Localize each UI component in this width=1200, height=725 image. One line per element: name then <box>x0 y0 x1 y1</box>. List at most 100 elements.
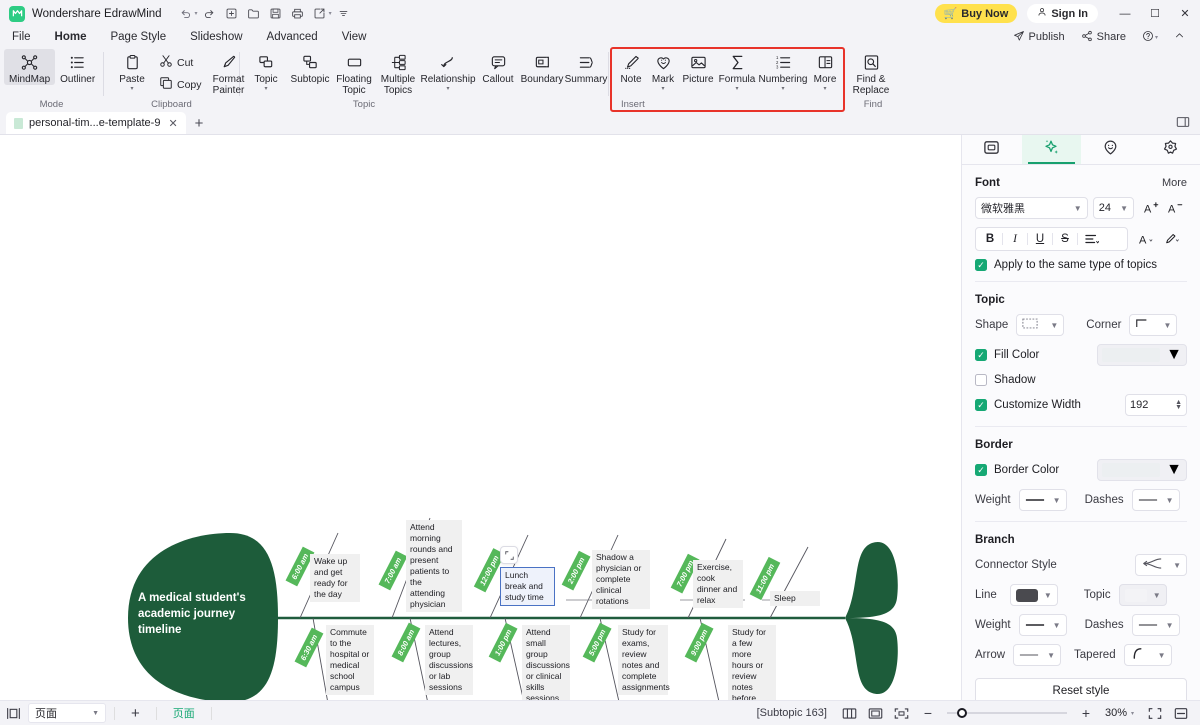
copy-button[interactable]: Copy <box>154 74 207 95</box>
more-dropdown-icon[interactable]: ▾ <box>823 86 826 93</box>
node-commute[interactable]: Commute to the hospital or medical schoo… <box>326 625 374 695</box>
corner-select[interactable]: ▼ <box>1129 314 1178 336</box>
apply-same-row[interactable]: ✓ Apply to the same type of topics <box>975 259 1187 271</box>
mark-dropdown-icon[interactable]: ▾ <box>661 86 664 93</box>
menu-home[interactable]: Home <box>43 28 99 46</box>
buy-now-button[interactable]: 🛒 Buy Now <box>934 4 1018 23</box>
fit-page-icon[interactable] <box>863 703 889 723</box>
node-study-exams[interactable]: Study for exams, review notes and comple… <box>618 625 670 695</box>
minimize-button[interactable]: — <box>1110 0 1140 27</box>
qat-more-icon[interactable] <box>334 4 354 24</box>
stepper-arrows-icon[interactable]: ▲ ▼ <box>1175 399 1182 411</box>
border-dashes-select[interactable]: ▼ <box>1131 489 1180 511</box>
relationship-dropdown-icon[interactable]: ▾ <box>446 86 449 93</box>
menu-slideshow[interactable]: Slideshow <box>178 28 254 46</box>
zoom-slider[interactable] <box>946 708 1067 718</box>
fill-color-select[interactable]: ▼ <box>1097 344 1187 366</box>
multiple-topics-button[interactable]: Multiple Topics <box>376 49 420 96</box>
minimap-icon[interactable] <box>1168 703 1194 723</box>
font-more-link[interactable]: More <box>1162 177 1187 189</box>
diagram-canvas[interactable]: A medical student's academic journey tim… <box>0 135 961 700</box>
style-tab[interactable] <box>1021 135 1081 164</box>
node-lunch-break[interactable]: Lunch break and study time <box>500 567 555 606</box>
layout-tab[interactable] <box>962 135 1022 164</box>
shadow-checkbox[interactable] <box>975 374 987 386</box>
help-button[interactable]: ▾ <box>1135 28 1165 47</box>
branch-line-color-select[interactable]: ▼ <box>1009 584 1058 606</box>
node-morning-rounds[interactable]: Attend morning rounds and present patien… <box>406 520 462 612</box>
page-select[interactable]: 页面 ▼ <box>28 703 106 723</box>
node-small-group[interactable]: Attend small group discussions or clinic… <box>522 625 570 700</box>
border-weight-select[interactable]: ▼ <box>1018 489 1067 511</box>
formula-dropdown-icon[interactable]: ▾ <box>735 86 738 93</box>
new-document-button[interactable]: + <box>186 112 213 134</box>
panel-toggle-icon[interactable] <box>1176 115 1190 134</box>
node-lectures[interactable]: Attend lectures, group discussions or la… <box>425 625 473 695</box>
publish-button[interactable]: Publish <box>1006 28 1072 47</box>
open-icon[interactable] <box>244 4 264 24</box>
two-page-view-icon[interactable] <box>837 703 863 723</box>
close-icon[interactable]: ✕ <box>168 117 177 130</box>
callout-button[interactable]: Callout <box>476 49 520 85</box>
zoom-slider-handle[interactable] <box>956 708 967 718</box>
undo-icon[interactable] <box>176 4 196 24</box>
branch-weight-select[interactable]: ▼ <box>1018 614 1067 636</box>
align-button[interactable] <box>1078 229 1106 249</box>
topic-dropdown-icon[interactable]: ▾ <box>264 86 267 93</box>
branch-tapered-select[interactable]: ▼ <box>1123 644 1172 666</box>
new-icon[interactable] <box>222 4 242 24</box>
add-page-button[interactable]: + <box>123 705 148 722</box>
note-button[interactable]: Note <box>615 49 647 85</box>
find-replace-button[interactable]: Find & Replace <box>847 49 895 96</box>
subtopic-button[interactable]: Subtopic <box>288 49 332 85</box>
share-button[interactable]: Share <box>1074 28 1133 47</box>
connector-style-select[interactable]: ▼ <box>1135 554 1187 576</box>
help-dropdown-icon[interactable]: ▾ <box>1155 34 1158 41</box>
menu-file[interactable]: File <box>0 28 43 46</box>
print-icon[interactable] <box>288 4 308 24</box>
paste-dropdown-icon[interactable]: ▾ <box>130 86 133 93</box>
node-study-before-bed[interactable]: Study for a few more hours or review not… <box>728 625 776 700</box>
zoom-out-button[interactable]: − <box>915 703 941 723</box>
sign-in-button[interactable]: Sign In <box>1027 4 1098 23</box>
fullscreen-icon[interactable] <box>1142 703 1168 723</box>
collapse-ribbon-button[interactable] <box>1167 28 1192 46</box>
menu-advanced[interactable]: Advanced <box>255 28 330 46</box>
mark-button[interactable]: Mark ▾ <box>647 49 679 93</box>
node-shadow-physician[interactable]: Shadow a physician or complete clinical … <box>592 550 650 609</box>
border-color-checkbox[interactable]: ✓ <box>975 464 987 476</box>
resize-handle-icon[interactable] <box>500 546 518 564</box>
floating-topic-button[interactable]: Floating Topic <box>332 49 376 96</box>
zoom-dropdown-icon[interactable]: ▾ <box>1131 710 1134 717</box>
zoom-in-button[interactable]: + <box>1073 703 1099 723</box>
branch-dashes-select[interactable]: ▼ <box>1131 614 1180 636</box>
font-family-select[interactable]: 微软雅黑 ▼ <box>975 197 1088 219</box>
mark-tab[interactable] <box>1081 135 1141 164</box>
close-button[interactable]: ✕ <box>1170 0 1200 27</box>
mindmap-button[interactable]: MindMap <box>4 49 56 85</box>
export-icon[interactable] <box>310 4 330 24</box>
menu-page-style[interactable]: Page Style <box>98 28 178 46</box>
increase-font-size-button[interactable]: A <box>1140 197 1163 219</box>
width-stepper[interactable]: 192 ▲ ▼ <box>1125 394 1187 416</box>
maximize-button[interactable]: ☐ <box>1140 0 1170 27</box>
bold-button[interactable]: B <box>978 229 1002 249</box>
fit-selection-icon[interactable] <box>889 703 915 723</box>
strikethrough-button[interactable]: S <box>1053 229 1077 249</box>
decrease-font-size-button[interactable]: A <box>1164 197 1187 219</box>
customize-width-checkbox[interactable]: ✓ <box>975 399 987 411</box>
zoom-percent[interactable]: 30% <box>1105 707 1127 719</box>
picture-button[interactable]: Picture <box>679 49 717 85</box>
export-dropdown-icon[interactable]: ▾ <box>329 10 332 17</box>
text-color-button[interactable]: A <box>1134 228 1161 250</box>
summary-button[interactable]: Summary <box>564 49 608 85</box>
branch-topic-color-select[interactable]: ▼ <box>1118 584 1167 606</box>
boundary-button[interactable]: Boundary <box>520 49 564 85</box>
italic-button[interactable]: I <box>1003 229 1027 249</box>
outliner-button[interactable]: Outliner <box>55 49 100 85</box>
shape-select[interactable]: ▼ <box>1016 314 1065 336</box>
topic-button[interactable]: Topic ▾ <box>244 49 288 93</box>
page-view-icon[interactable] <box>0 703 26 723</box>
theme-tab[interactable] <box>1141 135 1200 164</box>
font-size-select[interactable]: 24 ▼ <box>1092 197 1135 219</box>
